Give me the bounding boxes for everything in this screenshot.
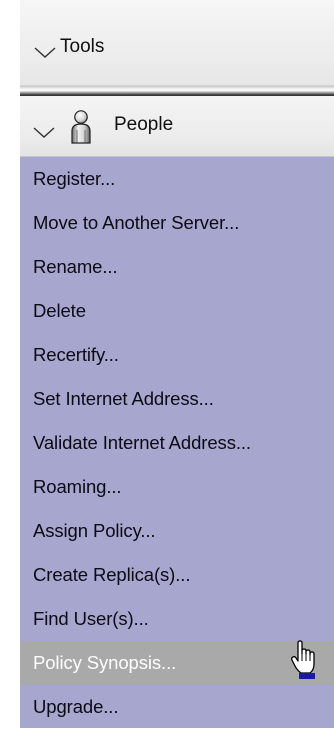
menu-item-register[interactable]: Register...: [20, 157, 334, 201]
section-splitter[interactable]: [20, 86, 334, 96]
people-action-menu: Register... Move to Another Server... Re…: [20, 157, 334, 728]
menu-item-validate-internet-address[interactable]: Validate Internet Address...: [20, 421, 334, 465]
people-section-header[interactable]: People: [20, 96, 334, 157]
chevron-down-icon[interactable]: [33, 126, 55, 144]
menu-item-move-to-another-server[interactable]: Move to Another Server...: [20, 201, 334, 245]
menu-item-upgrade[interactable]: Upgrade...: [20, 685, 334, 729]
tools-section-label: Tools: [60, 36, 105, 57]
tools-panel: Tools People Register... Move to Another…: [20, 0, 334, 728]
chevron-down-icon[interactable]: [34, 46, 56, 64]
menu-item-find-users[interactable]: Find User(s)...: [20, 597, 334, 641]
menu-item-delete[interactable]: Delete: [20, 289, 334, 333]
menu-item-create-replicas[interactable]: Create Replica(s)...: [20, 553, 334, 597]
menu-item-roaming[interactable]: Roaming...: [20, 465, 334, 509]
menu-item-rename[interactable]: Rename...: [20, 245, 334, 289]
menu-item-recertify[interactable]: Recertify...: [20, 333, 334, 377]
menu-item-policy-synopsis[interactable]: Policy Synopsis...: [20, 641, 334, 685]
person-icon: [68, 110, 94, 149]
menu-item-set-internet-address[interactable]: Set Internet Address...: [20, 377, 334, 421]
menu-item-assign-policy[interactable]: Assign Policy...: [20, 509, 334, 553]
tools-section-header[interactable]: Tools: [20, 0, 334, 86]
people-section-label: People: [114, 114, 174, 135]
hand-pointer-icon: [290, 640, 322, 685]
